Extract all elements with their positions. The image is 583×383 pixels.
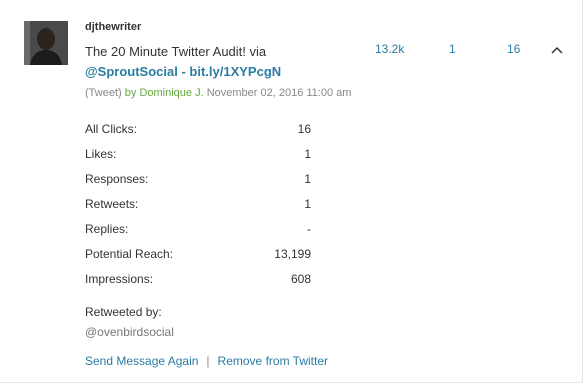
- metric-label: Impressions:: [85, 272, 154, 286]
- post-card: djthewriter The 20 Minute Twitter Audit!…: [0, 0, 583, 383]
- metrics-list: All Clicks: 16 Likes: 1 Responses: 1 Ret…: [85, 121, 311, 296]
- metric-value: 1: [304, 197, 311, 211]
- message-text: The 20 Minute Twitter Audit! via: [85, 44, 267, 59]
- post-meta: (Tweet) by Dominique J. November 02, 201…: [85, 87, 351, 99]
- chevron-up-icon[interactable]: [550, 43, 564, 57]
- metric-value: 1: [304, 147, 311, 161]
- retweeted-by-label: Retweeted by:: [85, 305, 162, 319]
- metric-label: Likes:: [85, 147, 117, 161]
- reach-stat[interactable]: 13.2k: [375, 42, 404, 56]
- post-actions: Send Message Again | Remove from Twitter: [85, 354, 328, 368]
- post-message: The 20 Minute Twitter Audit! via @Sprout…: [85, 42, 355, 82]
- metric-label: Potential Reach:: [85, 247, 174, 261]
- send-message-again-link[interactable]: Send Message Again: [85, 354, 198, 368]
- action-separator: |: [206, 354, 210, 368]
- metric-row: Retweets: 1: [85, 196, 311, 221]
- metric-value: -: [307, 222, 311, 236]
- metric-value: 13,199: [274, 247, 311, 261]
- author-name[interactable]: Dominique J.: [139, 87, 203, 99]
- message-link[interactable]: @SproutSocial - bit.ly/1XYPcgN: [85, 64, 281, 79]
- username[interactable]: djthewriter: [85, 21, 141, 33]
- remove-from-twitter-link[interactable]: Remove from Twitter: [218, 354, 328, 368]
- metric-row: All Clicks: 16: [85, 121, 311, 146]
- metric-label: Responses:: [85, 172, 149, 186]
- metric-value: 16: [297, 122, 311, 136]
- metric-row: Likes: 1: [85, 146, 311, 171]
- metric-value: 1: [304, 172, 311, 186]
- avatar[interactable]: [24, 21, 68, 65]
- timestamp: November 02, 2016 11:00 am: [206, 87, 352, 99]
- metric-value: 608: [290, 272, 311, 286]
- post-type: (Tweet): [85, 87, 122, 99]
- retweeted-by-user: @ovenbirdsocial: [85, 325, 174, 339]
- clicks-stat[interactable]: 16: [507, 42, 520, 56]
- metric-label: All Clicks:: [85, 122, 138, 136]
- metric-row: Potential Reach: 13,199: [85, 246, 311, 271]
- by-prefix: by: [124, 87, 137, 99]
- metric-label: Retweets:: [85, 197, 139, 211]
- metric-row: Replies: -: [85, 221, 311, 246]
- metric-label: Replies:: [85, 222, 129, 236]
- likes-stat[interactable]: 1: [449, 42, 456, 56]
- metric-row: Responses: 1: [85, 171, 311, 196]
- metric-row: Impressions: 608: [85, 271, 311, 296]
